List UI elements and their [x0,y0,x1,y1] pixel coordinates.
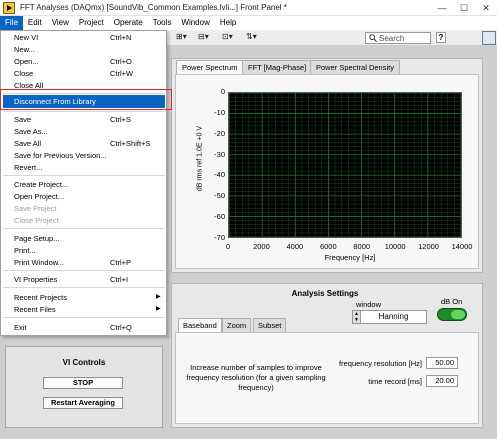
window-label: window [356,300,382,309]
menu-edit[interactable]: Edit [23,16,47,30]
submenu-arrow-icon: ▶ [156,294,161,300]
tab-power-spectrum[interactable]: Power Spectrum [176,60,244,75]
reorder-icon[interactable]: ⇅▾ [246,32,257,44]
search-placeholder: Search [379,33,405,43]
x-tick-label: 8000 [353,242,371,251]
minimize-button[interactable]: — [431,0,453,16]
frequency-resolution-label: frequency resolution [Hz] [339,359,422,368]
menu-item-create-project[interactable]: Create Project... [14,179,164,190]
highlight-annotation-box [0,89,172,110]
x-tick-label: 0 [225,242,231,251]
y-tick-label: -40 [214,170,225,180]
search-icon [369,34,377,42]
x-tick-label: 6000 [319,242,337,251]
y-tick-label: -50 [214,191,225,201]
tab-zoom[interactable]: Zoom [222,318,252,332]
menu-file[interactable]: File [0,16,23,30]
db-on-toggle[interactable] [437,308,467,321]
menu-item-revert[interactable]: Revert... [14,162,164,173]
menu-item-save-previous-version[interactable]: Save for Previous Version... [14,150,164,161]
menu-tools[interactable]: Tools [148,16,177,30]
frequency-resolution-field[interactable]: 50.00 [426,357,458,369]
menu-item-page-setup[interactable]: Page Setup... [14,233,164,244]
menu-item-save[interactable]: Save Ctrl+S [14,114,164,125]
toggle-knob [451,310,465,319]
y-tick-label: -60 [214,212,225,222]
file-menu-dropdown: New VI Ctrl+N New... Open... Ctrl+O Close C… [0,30,167,336]
menu-item-save-as[interactable]: Save As... [14,126,164,137]
menu-project[interactable]: Project [74,16,109,30]
menu-help[interactable]: Help [215,16,241,30]
menu-operate[interactable]: Operate [109,16,148,30]
menu-window[interactable]: Window [176,16,214,30]
menu-item-vi-properties[interactable]: VI Properties Ctrl+I [14,274,164,285]
ring-increment-icon[interactable]: ▲ ▼ [352,310,361,324]
align-objects-icon[interactable]: ⊞▾ [176,32,187,44]
menu-item-new-vi[interactable]: New VI Ctrl+N [14,32,164,43]
x-tick-label: 2000 [253,242,270,251]
power-spectrum-plot[interactable] [228,92,462,238]
time-record-field[interactable]: 20.00 [426,375,458,387]
x-tick-label: 10000 [384,242,406,251]
title-bar: FFT Analyses (DAQmx) [SoundVib_Common Ex… [0,0,497,16]
menu-item-exit[interactable]: Exit Ctrl+Q [14,322,164,333]
x-tick-label: 12000 [418,242,439,251]
window-value: Hanning [361,310,427,324]
labview-app-icon [3,1,15,14]
menu-separator [3,111,165,112]
maximize-button[interactable]: ☐ [453,0,475,16]
submenu-arrow-icon: ▶ [156,306,161,312]
y-tick-label: 0 [220,87,225,96]
resize-objects-icon[interactable]: ⊡▾ [222,32,233,44]
menu-separator [3,270,165,271]
y-tick-label: -30 [214,149,225,159]
tab-subset[interactable]: Subset [253,318,287,332]
window-selector[interactable]: ▲ ▼ Hanning [352,310,427,324]
context-help-button[interactable]: ? [436,32,446,43]
x-axis-label: Frequency [Hz] [324,253,376,262]
menu-separator [3,228,165,229]
menu-item-save-project: Save Project [14,204,57,213]
distribute-objects-icon[interactable]: ⊟▾ [198,32,209,44]
menu-item-new[interactable]: New... [14,44,164,55]
frequency-resolution-hint: Increase number of samples to improve fr… [186,363,326,392]
tab-baseband[interactable]: Baseband [178,318,222,332]
y-tick-label: -70 [214,233,225,242]
vi-controls-title: VI Controls [62,358,106,367]
tab-power-spectral-density[interactable]: Power Spectral Density [310,60,400,74]
menu-separator [3,175,165,176]
y-tick-label: -20 [214,128,225,138]
menu-separator [3,317,165,318]
time-record-label: time record [ms] [368,377,422,386]
stop-button[interactable]: STOP [43,377,123,389]
close-button[interactable]: ✕ [475,0,497,16]
x-tick-label: 4000 [286,242,304,251]
search-input[interactable]: Search [365,32,431,44]
menu-item-print[interactable]: Print... [14,245,164,256]
x-tick-label: 14000 [451,242,473,251]
vi-icon [482,31,496,45]
window-title: FFT Analyses (DAQmx) [SoundVib_Common Ex… [20,3,287,12]
menu-bar: File Edit View Project Operate Tools Win… [0,16,497,30]
analysis-settings-title: Analysis Settings [291,289,359,298]
menu-view[interactable]: View [47,16,74,30]
menu-separator [3,287,165,288]
menu-item-open[interactable]: Open... Ctrl+O [14,56,164,67]
menu-item-open-project[interactable]: Open Project... [14,191,164,202]
restart-averaging-button[interactable]: Restart Averaging [43,397,123,409]
tab-fft-mag-phase[interactable]: FFT [Mag-Phase] [242,60,313,74]
menu-item-close-project: Close Project [14,216,59,225]
menu-item-save-all[interactable]: Save All Ctrl+Shift+S [14,138,164,149]
menu-item-recent-projects[interactable]: Recent Projects ▶ [14,292,164,303]
menu-item-print-window[interactable]: Print Window... Ctrl+P [14,257,164,268]
menu-item-recent-files[interactable]: Recent Files ▶ [14,304,164,315]
menu-item-close[interactable]: Close Ctrl+W [14,68,164,79]
y-tick-label: -10 [214,107,225,117]
db-on-label: dB On [441,297,463,306]
